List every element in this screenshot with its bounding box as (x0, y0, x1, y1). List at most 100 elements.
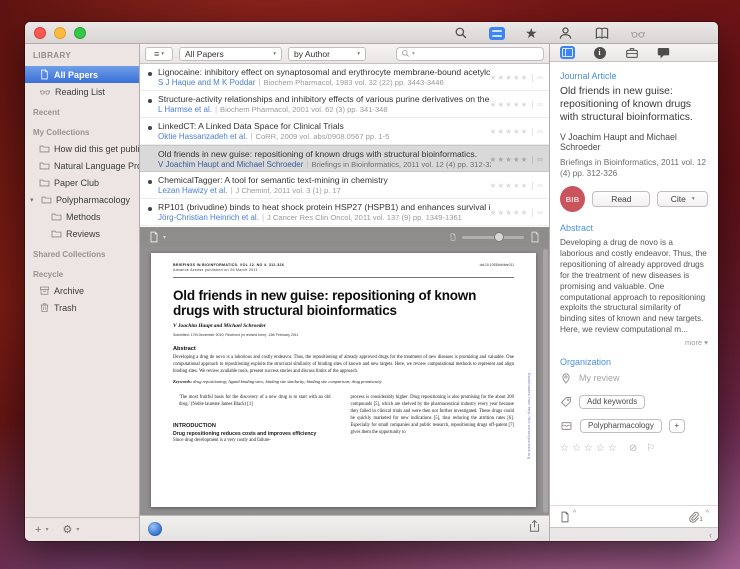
cite-button[interactable]: Cite ▾ (657, 191, 708, 208)
sidebar-collection-polypharmacology[interactable]: ▾ Polypharmacology (25, 191, 139, 208)
unread-dot-icon (148, 207, 152, 211)
rating-stars[interactable]: ★★★★★ (490, 208, 529, 217)
list-display-menu-button[interactable]: ≡ ▾ (145, 46, 173, 61)
pdf-keywords: Keywords: drug repositioning; ligand bin… (173, 379, 382, 385)
keywords-tag-icon (560, 396, 572, 408)
sidebar-item-all-papers[interactable]: All Papers (25, 66, 139, 83)
paper-title: RP101 (brivudine) binds to heat shock pr… (158, 202, 491, 212)
collection-chip[interactable]: Polypharmacology (580, 418, 662, 433)
paper-source: Biochem Pharmacol, 2001 vol. 62 (3) pp. … (220, 105, 388, 114)
reading-glasses-icon[interactable] (630, 25, 646, 41)
paper-list-item[interactable]: Structure-activity relationships and inh… (140, 91, 549, 118)
sidebar-subcollection[interactable]: Reviews (25, 225, 139, 242)
pdf-scrollbar[interactable] (543, 249, 548, 513)
sidebar-subcollection[interactable]: Methods (25, 208, 139, 225)
rating-stars[interactable]: ★★★★★ (490, 181, 529, 190)
zoom-slider-thumb[interactable] (494, 231, 504, 242)
pdf-footer-bar (140, 515, 549, 541)
document-icon (39, 69, 50, 80)
pdf-abstract-text: Developing a drug de novo is a laborious… (173, 355, 514, 375)
rating-stars[interactable]: ★★★★★ (490, 127, 529, 136)
details-tabs: i (550, 44, 718, 62)
item-type-link[interactable]: Journal Article (560, 71, 708, 81)
rating-stars[interactable]: ☆☆☆☆☆ (560, 443, 620, 454)
minimize-button[interactable] (54, 27, 66, 39)
paper-authors[interactable]: Lezan Hawizy et al. (158, 186, 227, 195)
sidebar-collection[interactable]: Natural Language Proce... (25, 157, 139, 174)
folder-icon (39, 160, 50, 171)
share-button[interactable] (528, 519, 541, 538)
sort-select[interactable]: by Author ▾ (288, 46, 366, 61)
pdf-viewer[interactable]: BRIEFINGS IN BIOINFORMATICS. VOL 12. NO … (140, 247, 549, 515)
app-window: ★ LIBRARY All Papers Reading List Recent… (25, 22, 718, 541)
attachments-button[interactable]: 1 ^ (688, 510, 709, 523)
paper-source: J Cheminf, 2011 vol. 3 (1) p. 17 (235, 186, 341, 195)
rating-stars[interactable]: ★★★★★ (490, 100, 529, 109)
zoom-slider[interactable] (462, 231, 524, 242)
sidebar-item-archive[interactable]: Archive (25, 282, 139, 299)
detail-source: Briefings in Bioinformatics, 2011 vol. 1… (560, 156, 707, 178)
tab-activity-tray-icon[interactable] (624, 46, 639, 59)
tab-overview-icon[interactable] (560, 46, 575, 59)
page-display-menu-button[interactable]: ▾ (148, 231, 166, 243)
search-input[interactable] (416, 48, 539, 59)
folder-icon (39, 177, 50, 188)
settings-gear-button[interactable]: ⚙ (62, 523, 72, 536)
sidebar-item-trash[interactable]: Trash (25, 299, 139, 316)
add-collection-button[interactable]: + (35, 524, 41, 536)
list-view-mode-icon[interactable] (489, 25, 505, 41)
sidebar-collection[interactable]: How did this get published? (25, 140, 139, 157)
rating-stars[interactable]: ★★★★★ (490, 73, 529, 82)
detail-authors[interactable]: V Joachim Haupt and Michael Schroeder (560, 132, 708, 152)
sidebar-item-reading-list[interactable]: Reading List (25, 83, 139, 100)
zoom-in-page-icon[interactable] (529, 231, 541, 243)
paper-list-item[interactable]: Lignocaine: inhibitory effect on synapto… (140, 64, 549, 91)
zoom-out-page-icon[interactable] (449, 233, 457, 241)
paper-list-item[interactable]: LinkedCT: A Linked Data Space for Clinic… (140, 118, 549, 145)
add-keywords-button[interactable]: Add keywords (579, 394, 646, 409)
add-to-collection-button[interactable]: + (668, 418, 685, 433)
match-status-icon[interactable] (148, 521, 162, 536)
tab-info-icon[interactable]: i (592, 46, 607, 59)
more-link[interactable]: more ▾ (560, 338, 708, 347)
mark-read-circle-icon[interactable]: ⊘ (629, 443, 637, 454)
disclosure-triangle-icon[interactable]: ▾ (30, 196, 37, 204)
zoom-control (449, 231, 541, 243)
paper-list-item[interactable]: RP101 (brivudine) binds to heat shock pr… (140, 199, 549, 226)
search-field[interactable]: ▾ (396, 46, 544, 61)
paper-title: Lignocaine: inhibitory effect on synapto… (158, 67, 491, 77)
flag-icon[interactable]: ⚐ (646, 443, 655, 454)
section-my-collections: My Collections (33, 128, 90, 137)
paper-title: Structure-activity relationships and inh… (158, 94, 491, 104)
scope-select[interactable]: All Papers ▾ (179, 46, 282, 61)
authors-icon[interactable] (558, 25, 574, 41)
read-glasses-icon[interactable]: ∞ (537, 208, 543, 217)
read-glasses-icon[interactable]: ∞ (537, 73, 543, 82)
favorites-icon[interactable]: ★ (525, 26, 538, 40)
paper-authors[interactable]: S J Haque and M K Poddar (158, 78, 255, 87)
read-glasses-icon[interactable]: ∞ (537, 100, 543, 109)
read-glasses-icon[interactable]: ∞ (537, 155, 543, 164)
details-footer: ^ 1 ^ (550, 505, 718, 527)
paper-list-item-selected[interactable]: Old friends in new guise: repositioning … (140, 145, 549, 172)
rating-stars[interactable]: ★★★★★ (490, 155, 529, 164)
paper-authors[interactable]: L Harmse et al. (158, 105, 212, 114)
paper-list-item[interactable]: ChemicalTagger: A tool for semantic text… (140, 172, 549, 199)
zoom-button[interactable] (74, 27, 86, 39)
supplement-doc-icon[interactable] (559, 511, 571, 523)
titlebar[interactable]: ★ (25, 22, 718, 44)
panel-collapse-bar[interactable]: ‹ (550, 527, 718, 541)
close-button[interactable] (34, 27, 46, 39)
library-book-icon[interactable] (594, 25, 610, 41)
paper-authors[interactable]: V Joachim Haupt and Michael Schroeder (158, 160, 303, 169)
search-icon[interactable] (453, 25, 469, 41)
my-review-field[interactable]: My review (579, 373, 620, 383)
sidebar-collection[interactable]: Paper Club (25, 174, 139, 191)
pdf-article-title: Old friends in new guise: repositioning … (173, 287, 477, 318)
read-glasses-icon[interactable]: ∞ (537, 181, 543, 190)
read-button[interactable]: Read (592, 191, 651, 208)
read-glasses-icon[interactable]: ∞ (537, 127, 543, 136)
tab-notes-bubble-icon[interactable] (656, 46, 671, 59)
paper-authors[interactable]: Jörg-Christian Heinrich et al. (158, 213, 259, 222)
paper-authors[interactable]: Oktie Hassanzadeh et al. (158, 132, 247, 141)
